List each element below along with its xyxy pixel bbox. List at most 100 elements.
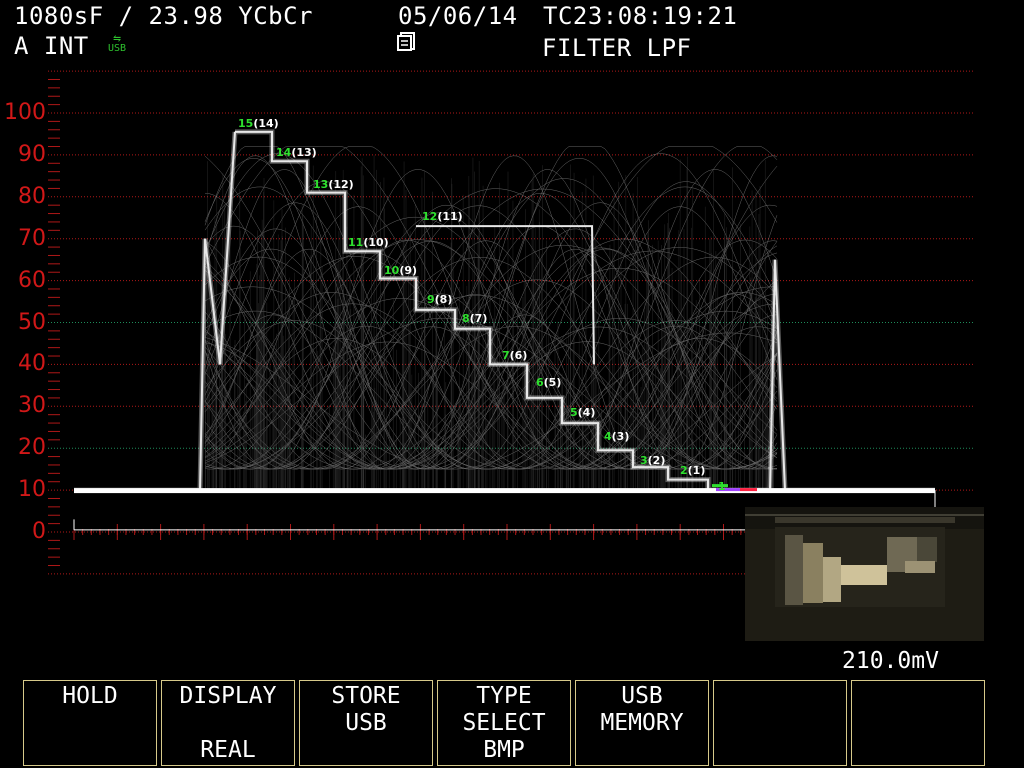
softkey-2[interactable]: DISPLAY REAL	[161, 680, 295, 766]
trace-fuzz	[276, 443, 278, 491]
date-label: 05/06/14	[398, 2, 518, 30]
step-paren: (1)	[688, 464, 706, 477]
trace-fuzz	[213, 441, 214, 491]
softkey-label: HOLD	[62, 683, 118, 709]
trace-fuzz	[674, 376, 676, 491]
step-paren: (7)	[470, 312, 488, 325]
trace-fuzz	[257, 230, 258, 491]
trace-fuzz	[385, 355, 387, 491]
trace-fuzz	[503, 382, 505, 491]
trace-fuzz	[627, 303, 628, 491]
step-label: 4(3)	[604, 430, 629, 443]
trace-fuzz	[630, 384, 632, 491]
trace-fuzz	[316, 216, 317, 491]
step-label: 12(11)	[422, 210, 463, 223]
trace-fuzz	[587, 387, 589, 491]
softkey-4[interactable]: TYPE SELECT BMP	[437, 680, 571, 766]
softkey-label: SELECT	[462, 710, 546, 736]
step-number: 12	[422, 210, 437, 223]
step-paren: (10)	[363, 236, 388, 249]
softkey-3[interactable]: STORE USB	[299, 680, 433, 766]
trace-fuzz	[489, 292, 491, 491]
timecode-label: TC23:08:19:21	[543, 2, 738, 30]
trace-fuzz	[740, 224, 741, 491]
trace-fuzz	[411, 374, 413, 491]
trace-fuzz	[704, 206, 706, 491]
step-paren: (6)	[510, 349, 528, 362]
trace-fuzz	[458, 396, 460, 491]
step-paren: (2)	[648, 454, 666, 467]
trace-fuzz	[744, 404, 745, 491]
trace-fuzz	[254, 406, 256, 491]
trace-fuzz	[542, 428, 544, 491]
trace-fuzz	[695, 300, 697, 491]
trace-fuzz	[272, 395, 274, 491]
trace-fuzz	[224, 203, 226, 491]
trace-fuzz	[263, 178, 265, 491]
trace-fuzz	[751, 190, 753, 491]
trace-fuzz	[756, 417, 758, 491]
trace-fuzz	[648, 220, 649, 491]
step-number: 3	[640, 454, 648, 467]
trace-fuzz	[335, 171, 337, 491]
trace-fuzz	[399, 417, 401, 491]
trace-fuzz	[497, 326, 498, 491]
trace-fuzz	[376, 169, 377, 491]
trace-fuzz	[537, 348, 539, 491]
trace-fuzz	[396, 349, 397, 491]
trace-fuzz	[403, 161, 405, 491]
trace-fuzz	[432, 191, 433, 491]
softkey-6[interactable]	[713, 680, 847, 766]
trace-fuzz	[691, 227, 692, 491]
trace-fuzz	[344, 399, 345, 491]
trace-fuzz	[767, 312, 768, 491]
trace-fuzz	[274, 352, 276, 491]
black-level-band	[74, 488, 935, 494]
trace-fuzz	[320, 234, 322, 491]
trace-fuzz	[312, 165, 314, 491]
picture-thumbnail	[745, 507, 984, 641]
trace-fuzz	[361, 395, 362, 491]
trace-fuzz	[764, 159, 766, 491]
trace-fuzz	[211, 348, 213, 491]
trace-fuzz	[534, 227, 536, 491]
trace-fuzz	[462, 194, 464, 491]
trace-fuzz	[557, 321, 559, 491]
step-label: 2(1)	[680, 464, 705, 477]
step-number: 11	[348, 236, 363, 249]
trace-fuzz	[424, 217, 425, 491]
trace-fuzz	[287, 294, 289, 491]
step-label: 14(13)	[276, 146, 317, 159]
step-label: 3(2)	[640, 454, 665, 467]
softkey-7[interactable]	[851, 680, 985, 766]
trace-fuzz	[468, 176, 470, 491]
trace-fuzz	[424, 216, 426, 491]
trace-fuzz	[492, 318, 494, 491]
softkey-5[interactable]: USB MEMORY	[575, 680, 709, 766]
trace-fuzz	[712, 434, 714, 491]
trace-fuzz	[256, 263, 258, 491]
step-paren: (9)	[399, 264, 417, 277]
trace-fuzz	[245, 383, 247, 491]
trace-fuzz	[512, 287, 514, 491]
trace-fuzz	[451, 428, 453, 491]
trace-fuzz	[507, 171, 509, 491]
trace-fuzz	[709, 239, 711, 491]
trace-fuzz	[676, 324, 678, 491]
video-format-label: 1080sF / 23.98 YCbCr	[14, 2, 313, 30]
softkey-1[interactable]: HOLD	[23, 680, 157, 766]
trace-fuzz	[287, 376, 288, 491]
trace-fuzz	[414, 204, 416, 491]
trace-fuzz	[373, 155, 375, 491]
step-label: 6(5)	[536, 376, 561, 389]
softkey-label: MEMORY	[600, 710, 684, 736]
step-paren: (5)	[544, 376, 562, 389]
step-number: 15	[238, 117, 253, 130]
step-number: 1	[718, 480, 726, 493]
trace-fuzz	[655, 366, 657, 491]
trace-fuzz	[219, 347, 220, 491]
trace-fuzz	[660, 368, 661, 491]
input-label: A INT	[14, 32, 89, 60]
trace-fuzz	[532, 173, 534, 491]
trace-fuzz	[663, 408, 665, 491]
